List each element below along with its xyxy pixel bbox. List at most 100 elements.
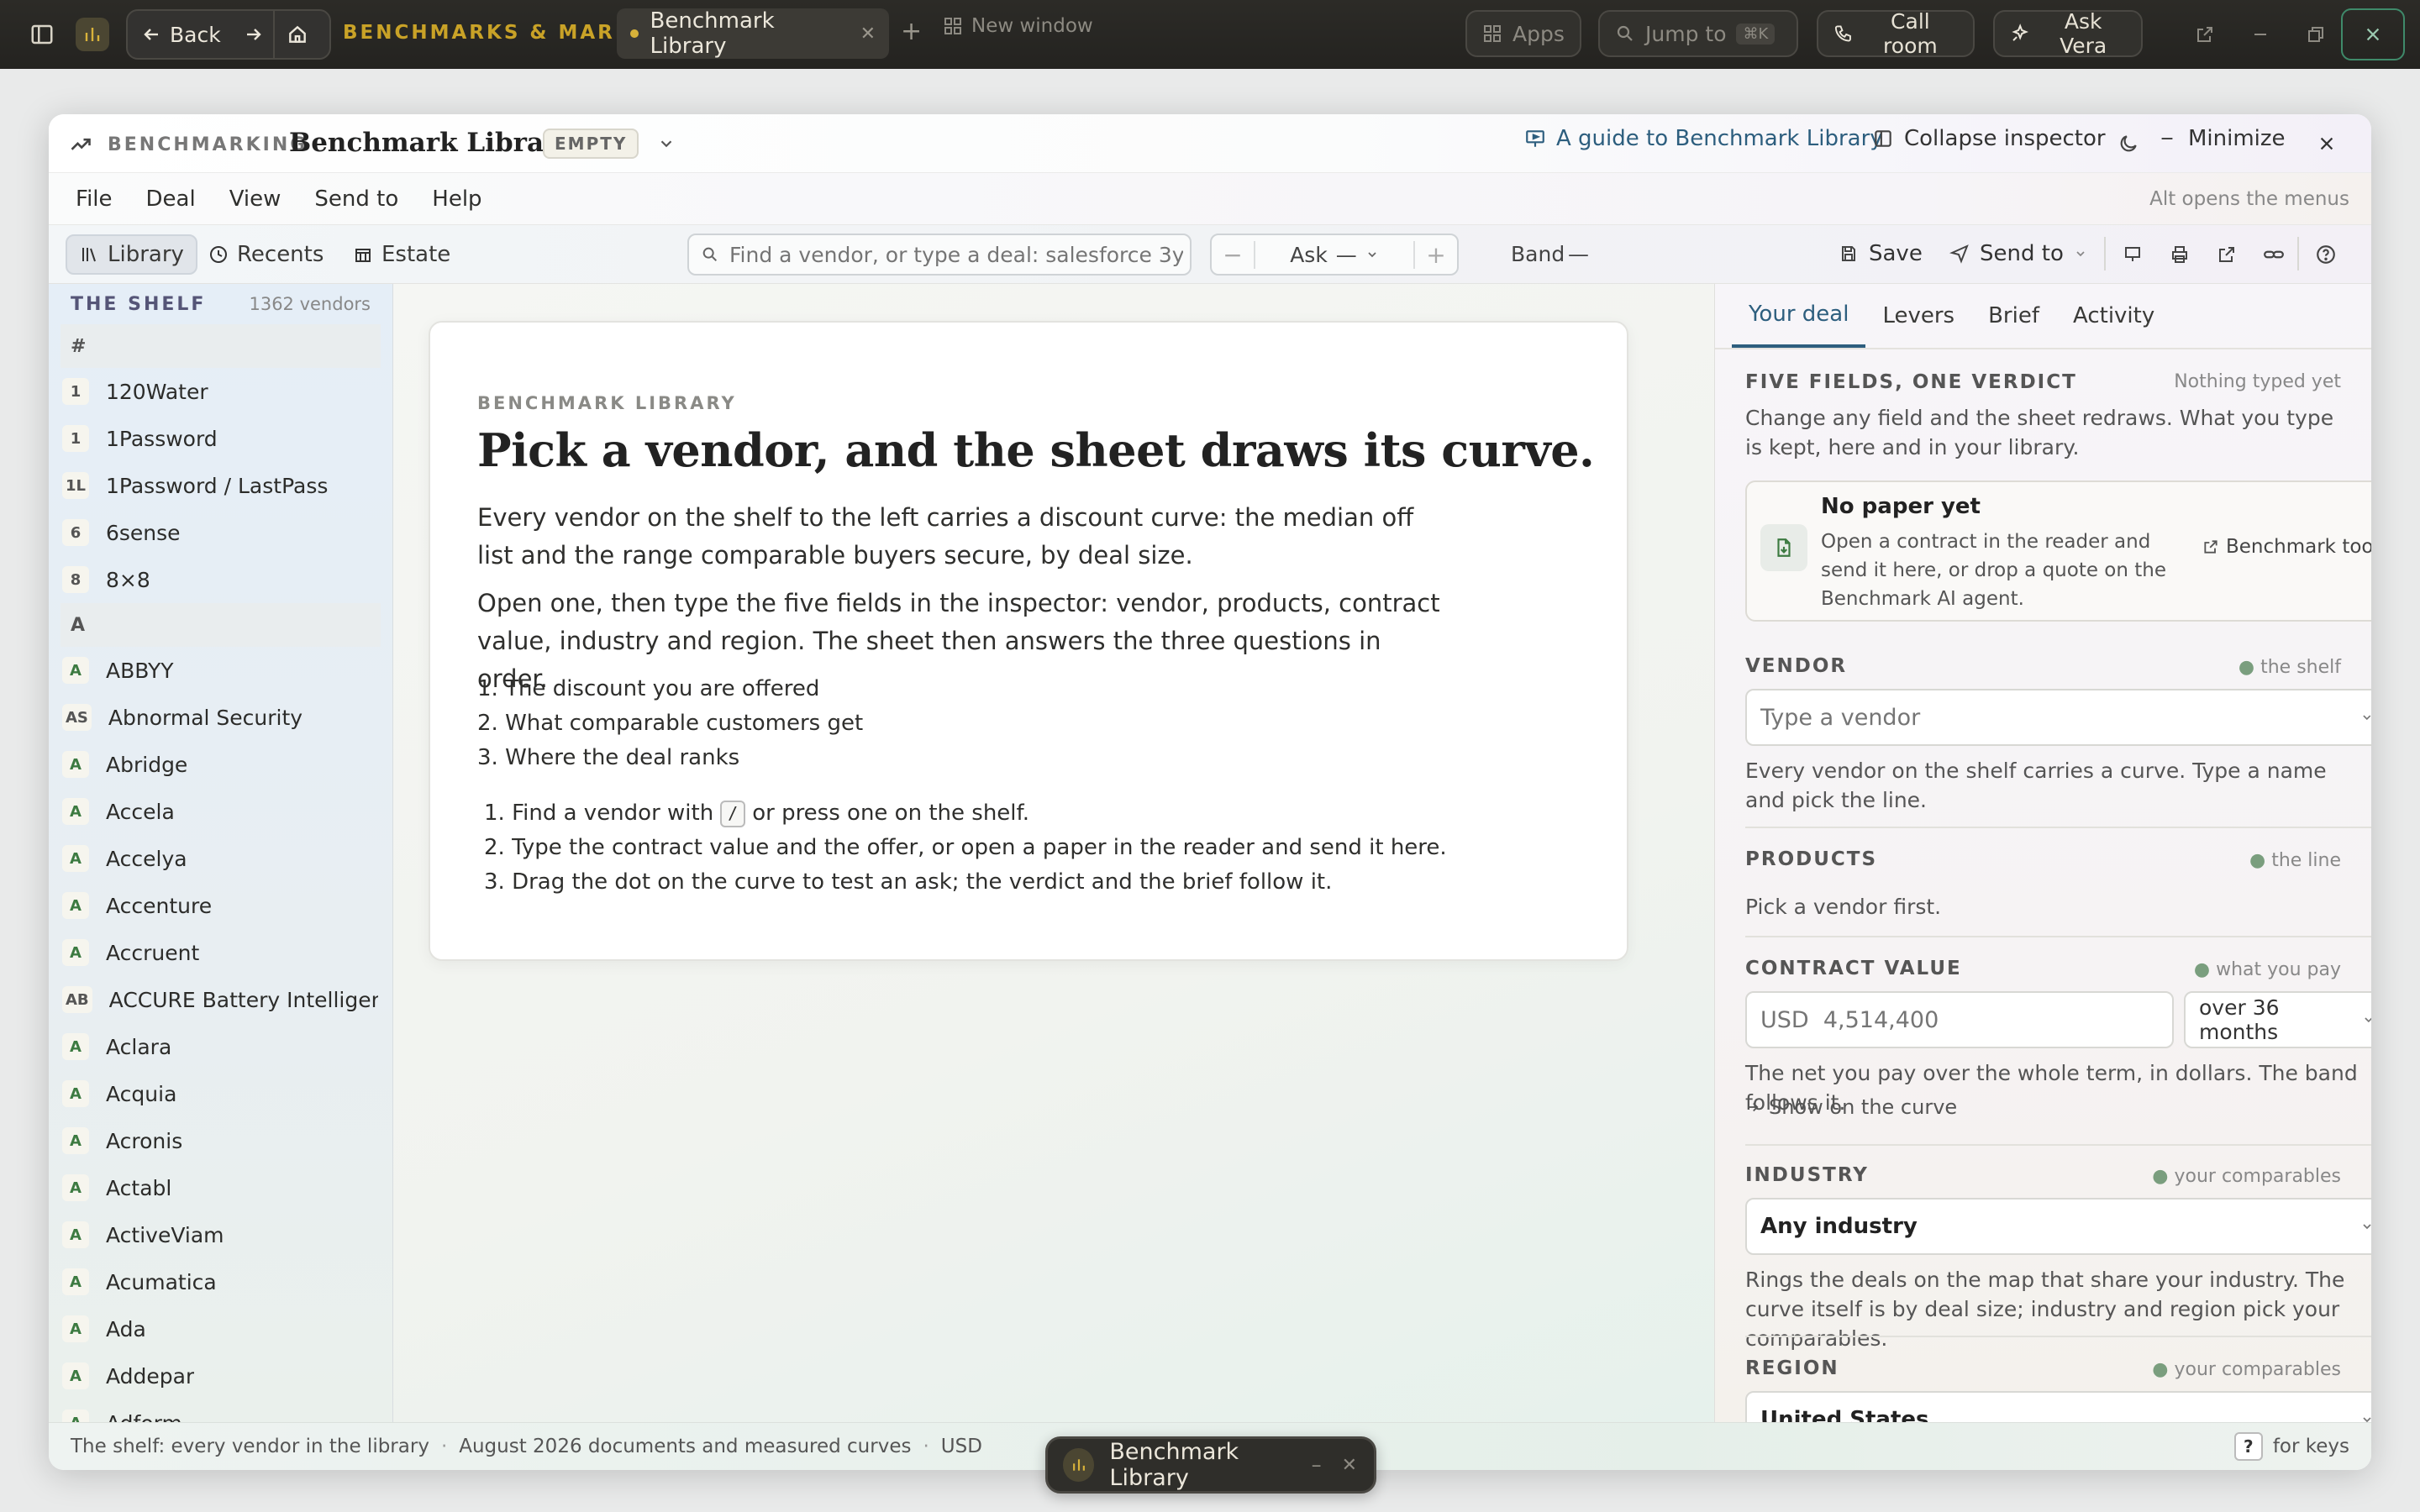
sidebar-item-vendor[interactable]: A Acquia — [49, 1070, 392, 1117]
no-paper-text: Open a contract in the reader and send i… — [1821, 531, 2167, 610]
new-window-button[interactable]: New window — [943, 15, 1093, 37]
sidebar-item-vendor[interactable]: A ABBYY — [49, 647, 392, 694]
tab-brief[interactable]: Brief — [1971, 284, 2056, 348]
sidebar-item-vendor[interactable]: A Accruent — [49, 929, 392, 976]
sidebar-item-vendor[interactable]: 1 1Password — [49, 415, 392, 462]
search-box[interactable] — [687, 234, 1192, 276]
sidebar-item-vendor[interactable]: A Ada — [49, 1305, 392, 1352]
call-room-button[interactable]: Call room — [1817, 9, 1975, 58]
keys-hint-label: for keys — [2272, 1436, 2349, 1457]
sidebar-item-vendor[interactable]: A Acumatica — [49, 1258, 392, 1305]
minimized-task-pill[interactable]: Benchmark Library – ✕ — [1045, 1436, 1376, 1494]
benchmark-tool-label: Benchmark tool — [2226, 536, 2371, 558]
print-icon[interactable] — [2158, 233, 2202, 276]
sidebar-item-vendor[interactable]: AB ACCURE Battery Intelligen... — [49, 976, 392, 1023]
tab-benchmark-library[interactable]: Benchmark Library ✕ — [617, 8, 889, 59]
sidebar-item-vendor[interactable]: A Accela — [49, 788, 392, 835]
region-select[interactable]: United States — [1745, 1391, 2371, 1422]
phone-icon — [1834, 25, 1851, 42]
window-minimize-icon[interactable] — [2240, 14, 2281, 55]
benchmark-tool-link[interactable]: Benchmark tool — [2202, 536, 2371, 558]
jump-to-button[interactable]: Jump to ⌘K — [1598, 10, 1798, 57]
tab-close-icon[interactable]: ✕ — [860, 24, 876, 45]
industry-select[interactable]: Any industry — [1745, 1198, 2371, 1255]
recents-button[interactable]: Recents — [197, 234, 335, 275]
keys-hint-key[interactable]: ? — [2233, 1432, 2263, 1461]
guide-label: A guide to Benchmark Library — [1556, 126, 1883, 151]
minimize-button[interactable]: Minimize — [2158, 126, 2286, 151]
sidebar-item-vendor[interactable]: 1 120Water — [49, 368, 392, 415]
library-button[interactable]: Library — [66, 234, 197, 275]
ask-stepper[interactable]: − Ask — + — [1210, 234, 1459, 276]
menu-file[interactable]: File — [59, 186, 129, 212]
send-to-label: Send to — [1980, 241, 2064, 266]
sidebar-item-vendor[interactable]: 6 6sense — [49, 509, 392, 556]
link-icon[interactable] — [2252, 233, 2296, 276]
sidebar-toggle-icon[interactable] — [22, 14, 62, 55]
sidebar-item-vendor[interactable]: A Addepar — [49, 1352, 392, 1399]
send-to-button[interactable]: Send to — [1949, 241, 2087, 266]
sidebar-item-vendor[interactable]: A ActiveViam — [49, 1211, 392, 1258]
sidebar-item-vendor[interactable]: A Adform — [49, 1399, 392, 1422]
contract-value-input[interactable] — [1760, 1006, 2159, 1033]
sidebar-item-vendor[interactable]: A Accelya — [49, 835, 392, 882]
present-icon[interactable] — [2111, 233, 2154, 276]
menu-view[interactable]: View — [213, 186, 298, 212]
sidebar-item-vendor[interactable]: 8 8×8 — [49, 556, 392, 603]
term-select[interactable]: over 36 months — [2184, 991, 2371, 1048]
menu-send-to[interactable]: Send to — [297, 186, 415, 212]
vendor-badge: A — [62, 1033, 89, 1060]
vendor-badge: A — [62, 1362, 89, 1389]
back-button[interactable]: Back — [128, 11, 234, 58]
vendor-name: Accelya — [106, 846, 187, 871]
guide-button[interactable]: A guide to Benchmark Library — [1524, 126, 1883, 151]
contract-value-field[interactable] — [1745, 991, 2174, 1048]
ask-select[interactable]: Ask — — [1255, 243, 1413, 267]
external-link-icon — [2204, 540, 2217, 554]
increment-icon[interactable]: + — [1413, 240, 1457, 269]
decrement-icon[interactable]: − — [1212, 240, 1255, 269]
ask-vera-button[interactable]: Ask Vera — [1993, 9, 2143, 58]
step1-post: or press one on the shelf. — [752, 801, 1030, 826]
external-link-icon[interactable] — [2205, 233, 2249, 276]
vendor-name: ABBYY — [106, 658, 174, 683]
window-restore-icon[interactable] — [2296, 14, 2336, 55]
popout-icon[interactable] — [2185, 14, 2225, 55]
sidebar-item-vendor[interactable]: A Abridge — [49, 741, 392, 788]
estate-button[interactable]: Estate — [341, 234, 462, 275]
sidebar-item-vendor[interactable]: A Acronis — [49, 1117, 392, 1164]
tab-levers[interactable]: Levers — [1865, 284, 1971, 348]
menu-help[interactable]: Help — [415, 186, 498, 212]
sidebar-item-vendor[interactable]: AS Abnormal Security — [49, 694, 392, 741]
task-minimize-icon[interactable]: – — [1312, 1453, 1322, 1477]
vendor-badge: A — [62, 1174, 89, 1201]
industry-heading: INDUSTRY — [1745, 1164, 1869, 1186]
help-icon[interactable] — [2304, 233, 2348, 276]
sidebar-item-vendor[interactable]: A Aclara — [49, 1023, 392, 1070]
chevron-down-icon[interactable] — [657, 134, 676, 153]
five-fields-tag: Nothing typed yet — [2174, 371, 2341, 392]
close-icon[interactable] — [2317, 134, 2336, 153]
moon-icon[interactable] — [2118, 133, 2139, 155]
sidebar-item-vendor[interactable]: 1L 1Password / LastPass — [49, 462, 392, 509]
vendor-name: 8×8 — [106, 567, 150, 592]
sidebar-item-vendor[interactable]: A Actabl — [49, 1164, 392, 1211]
tab-your-deal[interactable]: Your deal — [1732, 284, 1866, 348]
apps-button[interactable]: Apps — [1465, 10, 1581, 57]
sidebar-item-vendor[interactable]: A Accenture — [49, 882, 392, 929]
section-label[interactable]: BENCHMARKS & MARKET — [343, 22, 664, 44]
show-on-curve-link[interactable]: Show on the curve — [1745, 1095, 1957, 1119]
save-button[interactable]: Save — [1839, 241, 1923, 266]
tab-activity[interactable]: Activity — [2056, 284, 2171, 348]
search-input[interactable] — [729, 242, 1183, 267]
vendor-field[interactable] — [1745, 689, 2371, 746]
task-close-icon[interactable]: ✕ — [1342, 1455, 1357, 1476]
vendor-input[interactable] — [1760, 704, 2361, 731]
collapse-inspector-button[interactable]: Collapse inspector — [1872, 126, 2106, 151]
new-tab-icon[interactable]: + — [901, 17, 922, 46]
menu-deal[interactable]: Deal — [129, 186, 213, 212]
shelf-group-header: # — [60, 324, 381, 368]
home-button[interactable] — [272, 11, 320, 58]
forward-button[interactable] — [234, 11, 273, 58]
window-close-icon[interactable] — [2341, 8, 2405, 60]
